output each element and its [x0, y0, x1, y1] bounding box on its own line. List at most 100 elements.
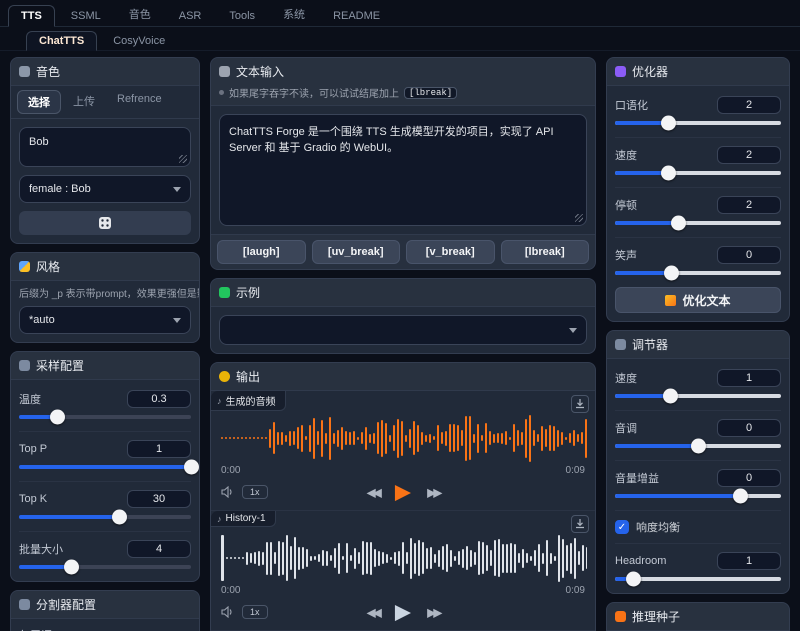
slider-track[interactable]	[615, 577, 781, 581]
time-row: 0:00 0:09	[219, 465, 587, 476]
slider-track[interactable]	[19, 565, 191, 569]
slider-track[interactable]	[19, 465, 191, 469]
tab-chattts[interactable]: ChatTTS	[26, 31, 97, 51]
tab-cosyvoice[interactable]: CosyVoice	[101, 32, 177, 50]
voice-tab-reference[interactable]: Refrence	[107, 90, 172, 114]
slider-track[interactable]	[615, 444, 781, 448]
optimizer-panel-title: 优化器	[632, 63, 668, 80]
output-panel-title: 输出	[236, 368, 260, 385]
voice-tab-upload[interactable]: 上传	[63, 90, 105, 114]
optimize-text-button[interactable]: 优化文本	[615, 287, 781, 313]
speaker-name-input[interactable]: Bob	[19, 127, 191, 167]
tab-system[interactable]: 系统	[271, 2, 317, 26]
tab-readme[interactable]: README	[321, 6, 392, 26]
volume-icon[interactable]	[221, 606, 235, 618]
rewind-button[interactable]: ◀◀	[366, 485, 378, 499]
slider-value[interactable]: 2	[717, 146, 781, 164]
current-time: 0:00	[221, 465, 240, 476]
tab-asr[interactable]: ASR	[167, 6, 214, 26]
slider-track[interactable]	[615, 221, 781, 225]
slider-handle[interactable]	[664, 266, 679, 281]
slider-label: 口语化	[615, 97, 648, 113]
style-dropdown[interactable]: *auto	[19, 306, 191, 334]
slider-track[interactable]	[615, 394, 781, 398]
slider-value[interactable]: 0	[717, 246, 781, 264]
play-button[interactable]: ▶	[395, 602, 411, 623]
download-button[interactable]	[571, 515, 589, 533]
slider-label: 速度	[615, 370, 637, 386]
rewind-button[interactable]: ◀◀	[366, 605, 378, 619]
v-break-token-button[interactable]: [v_break]	[406, 240, 495, 264]
chevron-down-icon	[173, 187, 181, 192]
loudness-eq-checkbox[interactable]	[615, 520, 629, 534]
slider-handle[interactable]	[626, 572, 641, 587]
seedling-icon	[219, 287, 230, 298]
slider-opt-speed: 速度 2	[615, 137, 781, 179]
slider-volume-gain: 音量增益 0	[615, 460, 781, 502]
playback-speed-button[interactable]: 1x	[242, 485, 268, 499]
forward-button[interactable]: ▶▶	[427, 605, 439, 619]
text-textarea[interactable]: ChatTTS Forge 是一个围绕 TTS 生成模型开发的项目，实现了 AP…	[219, 114, 587, 226]
uv-break-token-button[interactable]: [uv_break]	[312, 240, 401, 264]
slider-value[interactable]: 1	[717, 369, 781, 387]
slider-track[interactable]	[615, 494, 781, 498]
download-button[interactable]	[571, 395, 589, 413]
play-button[interactable]: ▶	[395, 482, 411, 503]
slider-value[interactable]: 1	[127, 440, 191, 458]
examples-dropdown[interactable]	[219, 315, 587, 345]
tab-tools[interactable]: Tools	[217, 6, 267, 26]
slider-value[interactable]: 0.3	[127, 390, 191, 408]
slider-value[interactable]: 0	[717, 419, 781, 437]
slider-label: 笑声	[615, 247, 637, 263]
voice-icon	[19, 66, 30, 77]
forward-button[interactable]: ▶▶	[427, 485, 439, 499]
slider-handle[interactable]	[661, 116, 676, 131]
slider-handle[interactable]	[661, 166, 676, 181]
adjuster-icon	[615, 339, 626, 350]
voice-tab-select[interactable]: 选择	[17, 90, 61, 114]
slider-value[interactable]: 4	[127, 540, 191, 558]
time-row: 0:00 0:09	[219, 585, 587, 596]
slider-handle[interactable]	[733, 489, 748, 504]
volume-icon[interactable]	[221, 486, 235, 498]
sampling-panel-title: 采样配置	[36, 357, 84, 374]
waveform[interactable]	[219, 531, 587, 585]
speaker-dropdown-value: female : Bob	[29, 183, 91, 195]
tab-tts[interactable]: TTS	[8, 5, 55, 27]
speaker-dropdown[interactable]: female : Bob	[19, 175, 191, 203]
slider-value[interactable]: 0	[717, 469, 781, 487]
slider-value[interactable]: 30	[127, 490, 191, 508]
eos-label: 句尾词	[19, 627, 191, 631]
random-speaker-button[interactable]	[19, 211, 191, 235]
playback-speed-button[interactable]: 1x	[242, 605, 268, 619]
loudness-eq-row: 响度均衡	[615, 510, 781, 535]
adjuster-panel: 调节器 速度 1 音调 0	[606, 330, 790, 594]
slider-track[interactable]	[19, 415, 191, 419]
slider-track[interactable]	[615, 171, 781, 175]
slider-handle[interactable]	[184, 460, 199, 475]
slider-label: 温度	[19, 391, 41, 407]
lbreak-token-button[interactable]: [lbreak]	[501, 240, 590, 264]
slider-handle[interactable]	[64, 560, 79, 575]
slider-handle[interactable]	[671, 216, 686, 231]
slider-headroom: Headroom 1	[615, 543, 781, 585]
slider-value[interactable]: 1	[717, 552, 781, 570]
slider-value[interactable]: 2	[717, 96, 781, 114]
slider-track[interactable]	[19, 515, 191, 519]
style-hint: 后缀为 _p 表示带prompt，效果更强但是影响质量	[11, 281, 199, 300]
slider-value[interactable]: 2	[717, 196, 781, 214]
slider-handle[interactable]	[663, 389, 678, 404]
audio-label: History-1	[226, 513, 266, 524]
waveform[interactable]	[219, 411, 587, 465]
slider-handle[interactable]	[112, 510, 127, 525]
slider-handle[interactable]	[691, 439, 706, 454]
tab-ssml[interactable]: SSML	[59, 6, 113, 26]
laugh-token-button[interactable]: [laugh]	[217, 240, 306, 264]
slider-label: Headroom	[615, 555, 666, 567]
slider-track[interactable]	[615, 121, 781, 125]
slider-handle[interactable]	[50, 410, 65, 425]
splitter-panel-title: 分割器配置	[36, 596, 96, 613]
tab-voice[interactable]: 音色	[117, 2, 163, 26]
slider-track[interactable]	[615, 271, 781, 275]
generated-audio-player: ♪ 生成的音频 0:00 0:09	[211, 391, 595, 510]
